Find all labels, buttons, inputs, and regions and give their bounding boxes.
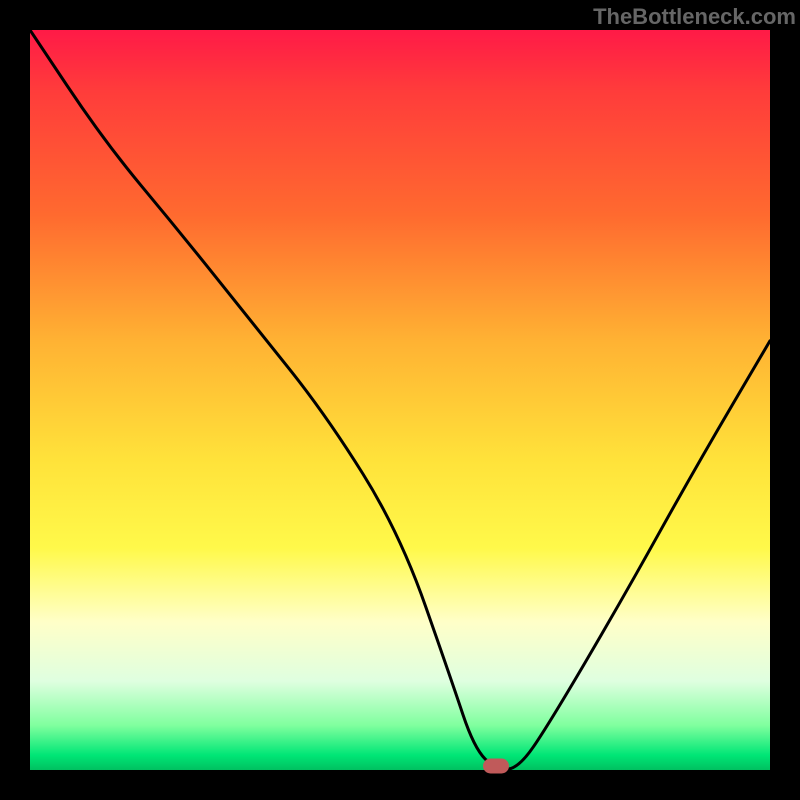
plot-area [30,30,770,770]
watermark-text: TheBottleneck.com [593,4,796,30]
minimum-marker [483,759,509,774]
bottleneck-curve [30,30,770,770]
chart-frame: TheBottleneck.com [0,0,800,800]
curve-path [30,30,770,769]
